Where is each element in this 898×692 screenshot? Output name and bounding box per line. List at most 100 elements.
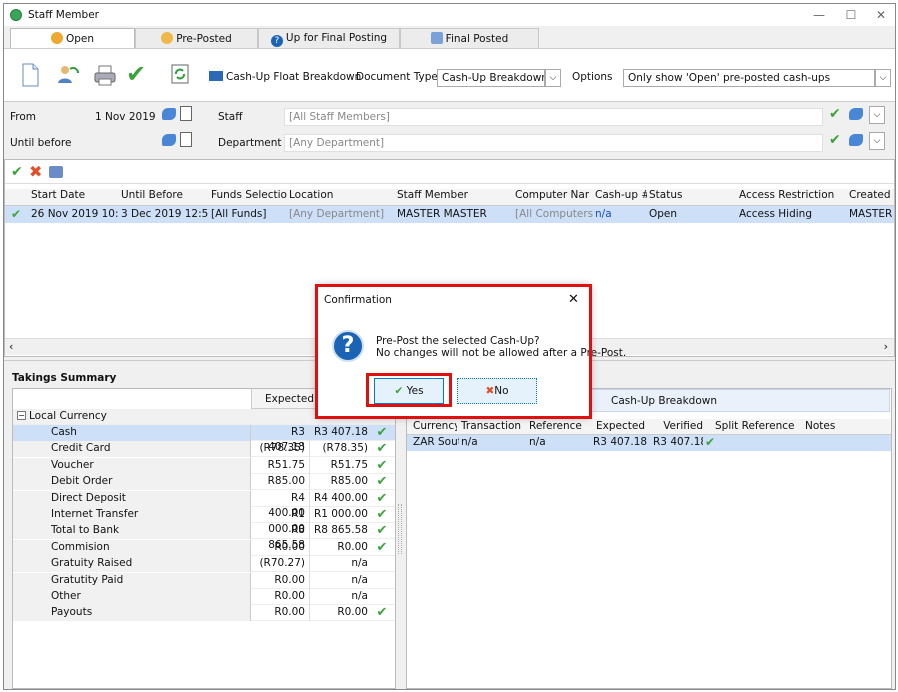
column-header[interactable]: Verified <box>651 420 711 432</box>
takings-row[interactable]: Other R0.00 n/a <box>13 589 395 605</box>
print-button[interactable] <box>93 63 117 87</box>
tab-pre-posted-label: Pre-Posted <box>176 33 232 45</box>
column-header[interactable]: Staff Member <box>395 189 511 201</box>
eraser-icon[interactable] <box>162 108 176 120</box>
minimize-button[interactable]: — <box>802 6 836 24</box>
column-header[interactable]: Reference <box>527 420 591 432</box>
checkmark-icon: ✔ <box>11 207 22 221</box>
column-header[interactable]: Computer Name <box>513 189 589 201</box>
eraser-icon[interactable] <box>849 108 863 120</box>
takings-row[interactable]: Payouts R0.00 R0.00 ✔ <box>13 605 395 622</box>
column-header[interactable]: Until Before <box>119 189 205 201</box>
from-date-field[interactable]: 1 Nov 2019 <box>90 108 156 126</box>
takings-row[interactable]: Total to Bank R8 865.58 R8 865.58 ✔ <box>13 523 395 551</box>
checkmark-icon[interactable]: ✔ <box>829 132 841 148</box>
yes-button-highlight <box>366 373 452 407</box>
column-header[interactable]: Expected <box>593 420 649 432</box>
takings-label: Credit Card <box>13 441 251 458</box>
column-header[interactable]: Cash-up # <box>593 189 647 201</box>
doc-type-select[interactable]: Cash-Up Breakdown <box>437 69 545 87</box>
takings-row[interactable]: Debit Order R85.00 R85.00 ✔ <box>13 474 395 491</box>
options-select[interactable]: Only show 'Open' pre-posted cash-ups <box>623 69 875 87</box>
breakdown-icon <box>209 71 223 81</box>
takings-row[interactable]: Internet Transfer R1 000.00 R1 000.00 ✔ <box>13 507 395 535</box>
float-breakdown-button[interactable]: Cash-Up Float Breakdown <box>209 71 361 83</box>
eraser-icon[interactable] <box>162 134 176 146</box>
column-header[interactable]: Access Restriction <box>737 189 847 201</box>
panel-splitter[interactable] <box>398 504 402 554</box>
column-header[interactable]: Location <box>287 189 395 201</box>
grid-toolbar: ✔ ✖ <box>5 160 894 184</box>
calendar-icon[interactable] <box>180 132 192 147</box>
close-button[interactable]: ✕ <box>864 6 895 24</box>
funds-cell: [All Funds] <box>211 208 267 220</box>
takings-label: Total to Bank <box>13 523 251 540</box>
calendar-icon[interactable] <box>180 106 192 121</box>
column-header[interactable]: Currency <box>411 420 457 432</box>
takings-label: Direct Deposit <box>13 490 251 507</box>
scroll-right-icon[interactable]: › <box>884 340 888 353</box>
takings-row[interactable]: Voucher R51.75 R51.75 ✔ <box>13 457 395 474</box>
computer-cell: [All Computers] <box>515 208 593 220</box>
department-field[interactable]: [Any Department] <box>284 134 823 152</box>
filter-panel: From 1 Nov 2019 Staff [All Staff Members… <box>4 103 895 156</box>
scroll-left-icon[interactable]: ‹ <box>9 340 13 353</box>
tab-final-posted-label: Final Posted <box>445 33 509 45</box>
chevron-down-icon[interactable]: ⌵ <box>875 69 891 87</box>
takings-row[interactable]: Gratuity Raised (R70.27) n/a <box>13 556 395 573</box>
main-window: Staff Member — ☐ ✕ Open Pre-Posted ? Up f… <box>3 3 896 690</box>
chevron-down-icon[interactable]: ⌵ <box>869 132 885 150</box>
collapse-icon[interactable]: − <box>17 411 26 420</box>
checkmark-icon: ✔ <box>376 605 388 621</box>
chevron-down-icon[interactable]: ⌵ <box>545 69 561 87</box>
column-header[interactable]: Created <box>847 189 893 201</box>
column-header[interactable]: Start Date <box>29 189 115 201</box>
takings-label: Other <box>13 589 251 605</box>
staff-field[interactable]: [All Staff Members] <box>284 108 823 126</box>
takings-label: Gratutity Paid <box>13 572 251 589</box>
takings-row[interactable]: Commision R0.00 R0.00 ✔ <box>13 539 395 556</box>
tab-open[interactable]: Open <box>10 28 135 48</box>
column-header[interactable]: Split Reference <box>713 420 799 432</box>
from-label: From <box>10 111 37 123</box>
approve-button[interactable]: ✔ <box>126 60 150 88</box>
column-header[interactable]: Transaction <box>459 420 525 432</box>
chevron-down-icon[interactable]: ⌵ <box>869 106 885 124</box>
printer-icon[interactable] <box>49 166 63 178</box>
refresh-button[interactable] <box>170 63 194 87</box>
takings-row[interactable]: Credit Card (R78.35) (R78.35) ✔ <box>13 441 395 458</box>
document-icon <box>430 32 443 44</box>
eraser-icon[interactable] <box>849 134 863 146</box>
toolbar: ✔ Cash-Up Float Breakdown Document Type … <box>4 48 895 102</box>
doc-type-label: Document Type <box>356 71 438 83</box>
expected-value: R3 407.18 <box>251 425 310 453</box>
tab-final-posted[interactable]: Final Posted <box>400 28 539 48</box>
column-header[interactable]: Status <box>647 189 737 201</box>
reject-icon[interactable]: ✖ <box>29 162 42 181</box>
expected-value: (R70.27) <box>251 556 310 573</box>
new-document-button[interactable] <box>20 63 44 87</box>
expected-value: R0.00 <box>251 605 310 622</box>
takings-row[interactable]: Gratutity Paid R0.00 n/a <box>13 572 395 589</box>
table-row[interactable]: ZAR Soutl n/a n/a R3 407.18 R3 407.18 ✔ <box>407 435 891 451</box>
window-title: Staff Member <box>28 9 99 21</box>
group-label: Local Currency <box>29 410 107 422</box>
tab-pre-posted[interactable]: Pre-Posted <box>135 28 258 48</box>
currency-cell: ZAR Soutl <box>413 436 459 448</box>
table-row[interactable]: ✔ 26 Nov 2019 10:21 3 Dec 2019 12:53 [Al… <box>5 206 894 223</box>
maximize-button[interactable]: ☐ <box>834 6 868 24</box>
column-header[interactable]: Notes <box>803 420 883 432</box>
column-header[interactable]: Funds Selection <box>209 189 287 201</box>
takings-row[interactable]: Direct Deposit R4 400.00 R4 400.00 ✔ <box>13 490 395 519</box>
takings-label: Debit Order <box>13 474 251 491</box>
takings-row[interactable]: Cash R3 407.18 R3 407.18 ✔ <box>13 425 395 453</box>
verified-value: R3 407.18 <box>313 426 368 438</box>
refresh-users-button[interactable] <box>56 63 80 87</box>
lock-icon <box>50 32 63 44</box>
tab-final-posting-label: Up for Final Posting <box>285 32 388 44</box>
checkmark-icon[interactable]: ✔ <box>829 106 841 122</box>
tab-up-for-final-posting[interactable]: ? Up for Final Posting <box>258 28 400 48</box>
expected-value: R8 865.58 <box>251 523 310 551</box>
approve-icon[interactable]: ✔ <box>11 164 23 180</box>
checkmark-icon: ✔ <box>126 60 147 88</box>
